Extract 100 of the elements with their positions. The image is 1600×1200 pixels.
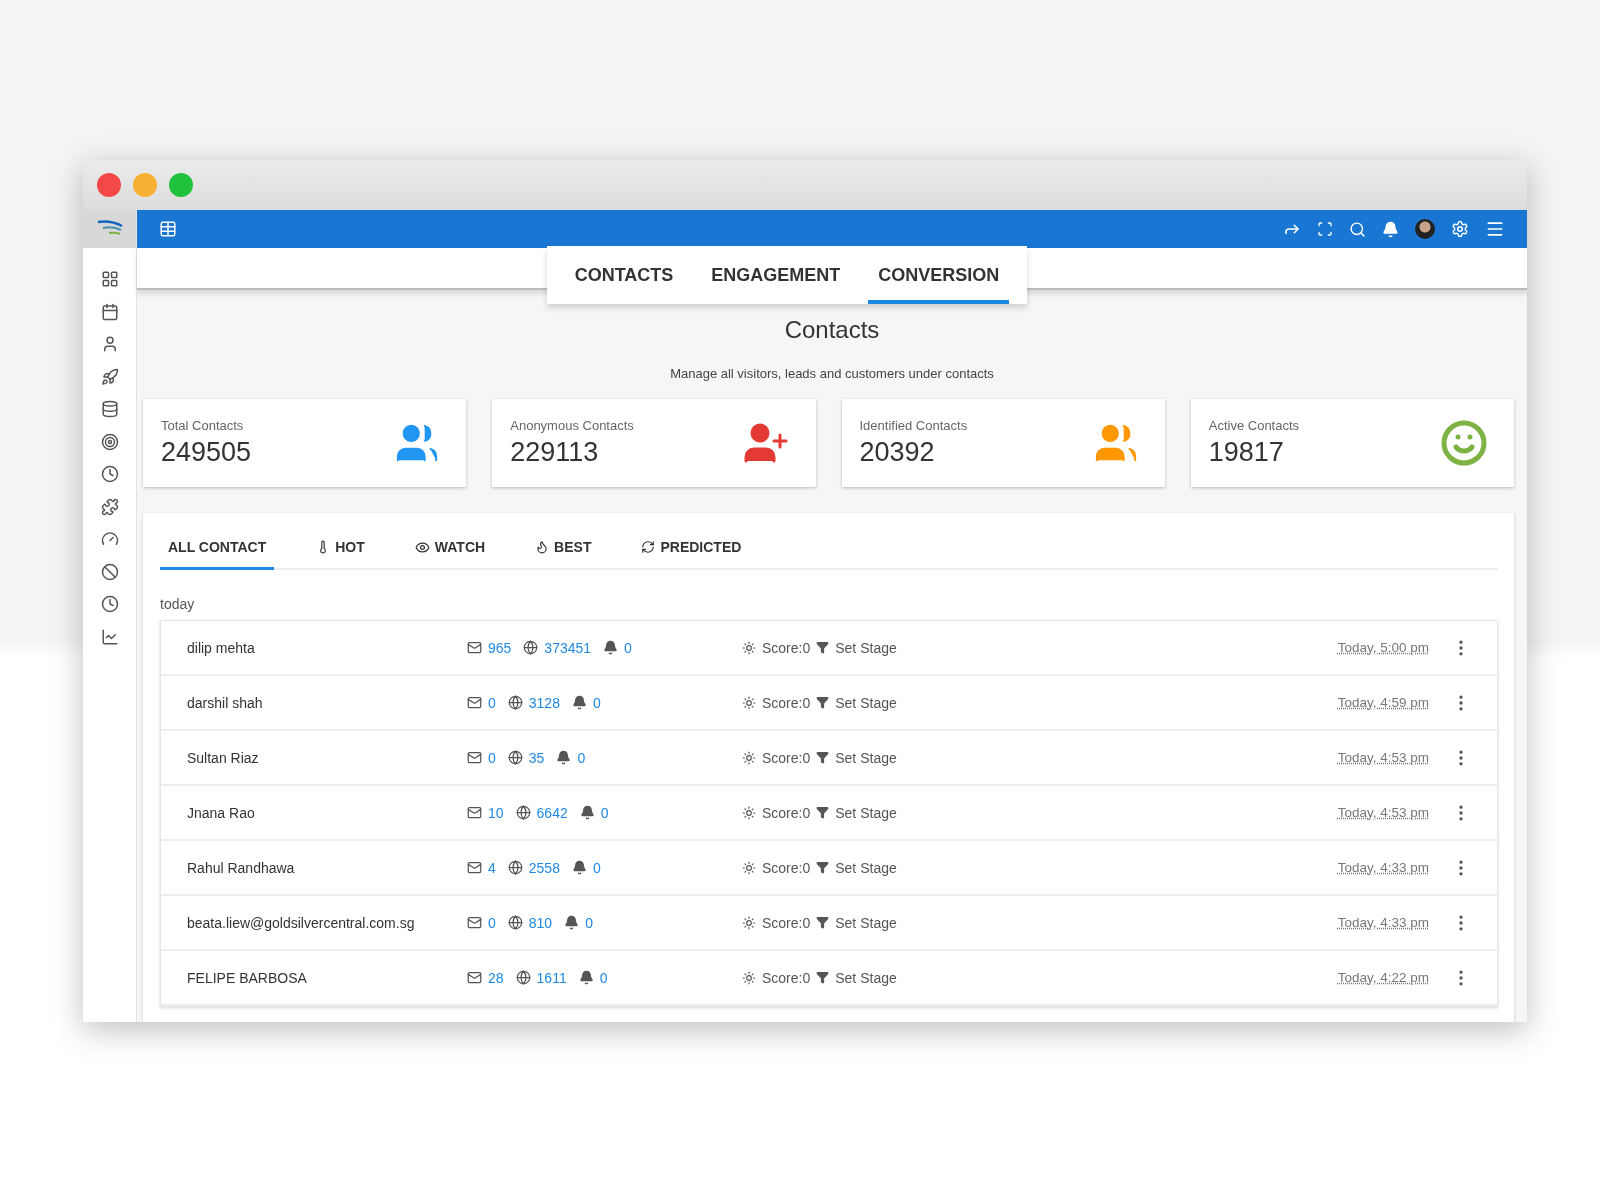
visit-count[interactable]: 35 xyxy=(528,749,545,766)
calendar-icon[interactable] xyxy=(100,302,119,321)
eye-icon xyxy=(414,539,430,555)
score-text: Score:0 xyxy=(762,749,811,766)
time-link[interactable]: Today, 4:53 pm xyxy=(1337,750,1429,765)
alert-count[interactable]: 0 xyxy=(599,969,608,986)
mail-icon xyxy=(467,970,482,985)
contact-name: beata.liew@goldsilvercentral.com.sg xyxy=(187,914,416,931)
group-label: today xyxy=(160,596,196,612)
contact-name: FELIPE BARBOSA xyxy=(187,969,308,986)
email-count[interactable]: 4 xyxy=(488,859,496,876)
set-stage-link[interactable]: Set Stage xyxy=(835,804,897,821)
grid-menu-icon[interactable] xyxy=(159,220,177,238)
mail-icon xyxy=(467,695,482,710)
alert-count[interactable]: 0 xyxy=(624,639,632,656)
filter-tab[interactable]: PREDICTED xyxy=(633,533,750,570)
bell-icon xyxy=(556,750,572,765)
mail-icon xyxy=(467,805,482,820)
time-link[interactable]: Today, 4:22 pm xyxy=(1337,970,1429,985)
stat-label: Active Contacts xyxy=(1208,418,1300,433)
stat-label: Anonymous Contacts xyxy=(510,418,634,433)
score-text: Score:0 xyxy=(762,639,811,656)
menu-icon[interactable] xyxy=(1485,219,1505,239)
filter-icon xyxy=(816,751,830,764)
globe-icon xyxy=(523,640,539,655)
bell-icon[interactable] xyxy=(1382,220,1399,238)
contact-name: Jnana Rao xyxy=(187,804,256,821)
time-link[interactable]: Today, 4:33 pm xyxy=(1337,915,1429,930)
clock-icon[interactable] xyxy=(100,465,119,483)
email-count[interactable]: 0 xyxy=(488,914,496,931)
visit-count[interactable]: 3128 xyxy=(528,694,560,711)
stat-value: 249505 xyxy=(161,437,252,468)
database-icon[interactable] xyxy=(100,400,119,418)
dashboard-icon[interactable] xyxy=(100,270,119,288)
bell-icon xyxy=(603,640,619,655)
bell-icon xyxy=(564,915,580,930)
tab[interactable]: ENGAGEMENT xyxy=(701,265,851,304)
clock-icon[interactable] xyxy=(100,595,119,613)
alert-count[interactable]: 0 xyxy=(592,859,601,876)
filter-icon xyxy=(816,806,830,819)
tab[interactable]: CONVERSION xyxy=(868,265,1010,304)
set-stage-link[interactable]: Set Stage xyxy=(835,914,897,931)
page-title: Contacts xyxy=(783,316,881,344)
set-stage-link[interactable]: Set Stage xyxy=(835,749,897,766)
email-count[interactable]: 28 xyxy=(488,969,504,986)
visit-count[interactable]: 810 xyxy=(528,914,553,931)
block-icon[interactable] xyxy=(100,562,119,581)
alert-count[interactable]: 0 xyxy=(585,914,593,931)
visit-count[interactable]: 6642 xyxy=(536,804,568,821)
globe-icon xyxy=(507,695,523,710)
avatar-icon[interactable] xyxy=(1415,219,1435,239)
email-count[interactable]: 0 xyxy=(488,749,496,766)
filter-tab[interactable]: BEST xyxy=(527,533,600,570)
email-count[interactable]: 965 xyxy=(488,639,512,656)
filter-icon xyxy=(816,696,830,709)
filter-icon xyxy=(816,971,830,984)
email-count[interactable]: 10 xyxy=(488,804,504,821)
time-link[interactable]: Today, 4:53 pm xyxy=(1337,805,1429,820)
score-text: Score:0 xyxy=(762,969,811,986)
alert-count[interactable]: 0 xyxy=(592,694,601,711)
stat-value: 20392 xyxy=(859,437,936,468)
stat-label: Total Contacts xyxy=(161,418,245,433)
settings-icon[interactable] xyxy=(1451,220,1469,238)
score-text: Score:0 xyxy=(762,914,811,931)
alert-count[interactable]: 0 xyxy=(600,804,609,821)
email-count[interactable]: 0 xyxy=(488,694,496,711)
visit-count[interactable]: 2558 xyxy=(528,859,560,876)
filter-tab[interactable]: WATCH xyxy=(406,533,494,570)
filter-icon xyxy=(816,641,830,654)
time-link[interactable]: Today, 5:00 pm xyxy=(1337,640,1429,655)
time-link[interactable]: Today, 4:59 pm xyxy=(1337,695,1429,710)
contact-name: Rahul Randhawa xyxy=(187,859,296,876)
line-chart-icon[interactable] xyxy=(100,627,119,646)
search-icon[interactable] xyxy=(1349,220,1366,238)
fullscreen-icon[interactable] xyxy=(1317,221,1333,237)
puzzle-icon[interactable] xyxy=(100,497,119,516)
filter-tab[interactable]: HOT xyxy=(308,533,373,570)
set-stage-link[interactable]: Set Stage xyxy=(835,639,897,656)
filter-icon xyxy=(816,861,830,874)
close-button[interactable] xyxy=(97,173,121,197)
set-stage-link[interactable]: Set Stage xyxy=(835,859,897,876)
gauge-icon[interactable] xyxy=(100,530,119,548)
globe-icon xyxy=(515,805,531,820)
target-icon[interactable] xyxy=(100,432,119,451)
rocket-icon[interactable] xyxy=(100,367,119,386)
filter-tab[interactable]: ALL CONTACT xyxy=(160,533,275,570)
visit-count[interactable]: 373451 xyxy=(544,639,592,656)
alert-count[interactable]: 0 xyxy=(577,749,586,766)
page-subtitle: Manage all visitors, leads and customers under contacts xyxy=(669,366,995,381)
score-text: Score:0 xyxy=(762,804,811,821)
visit-count[interactable]: 1611 xyxy=(536,969,567,986)
stat-label: Identified Contacts xyxy=(859,418,968,433)
time-link[interactable]: Today, 4:33 pm xyxy=(1337,860,1429,875)
set-stage-link[interactable]: Set Stage xyxy=(835,969,897,986)
contact-name: darshil shah xyxy=(187,694,264,711)
set-stage-link[interactable]: Set Stage xyxy=(835,694,897,711)
globe-icon xyxy=(515,970,531,985)
tab[interactable]: CONTACTS xyxy=(564,265,684,304)
bell-icon xyxy=(579,805,595,820)
mail-icon xyxy=(467,640,482,655)
